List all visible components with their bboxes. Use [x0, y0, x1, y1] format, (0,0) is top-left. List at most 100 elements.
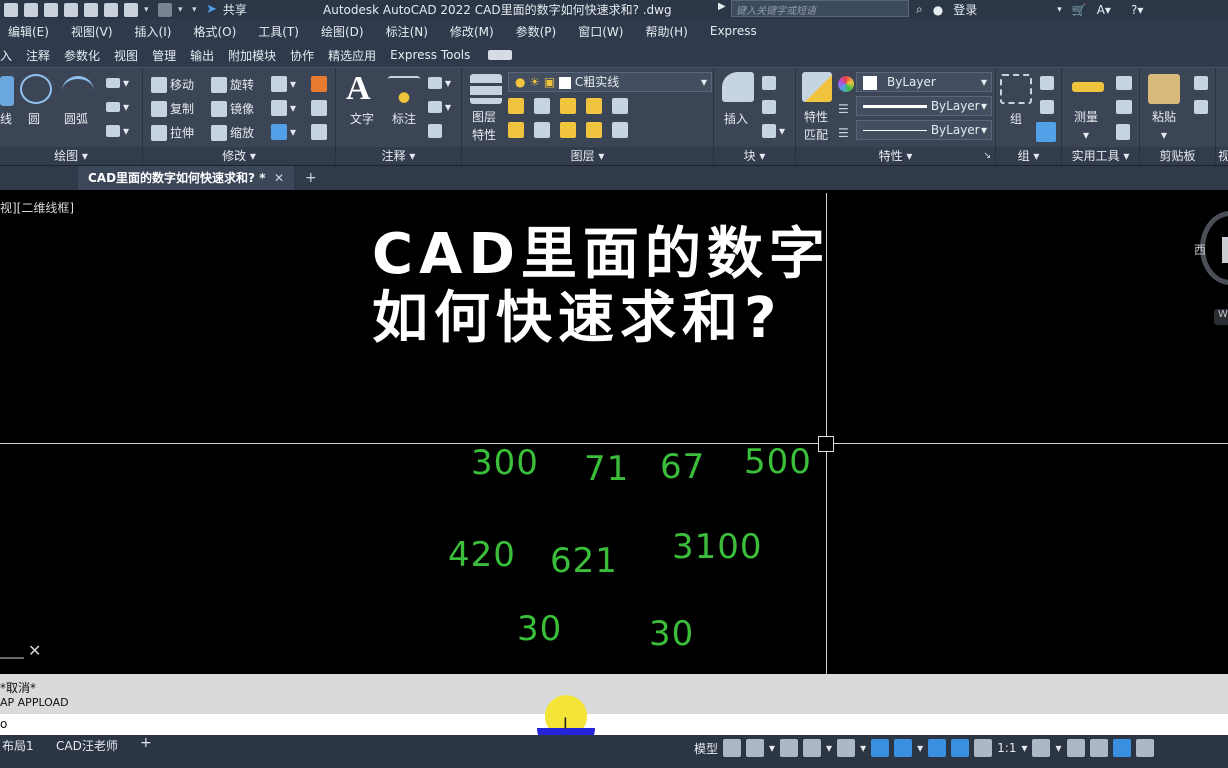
layer-unlock-icon[interactable]	[586, 122, 602, 138]
panel-modify-title[interactable]: 修改 ▾	[143, 147, 335, 165]
drawing-text-500[interactable]: 500	[744, 442, 812, 482]
ortho-icon[interactable]	[780, 739, 799, 757]
search-input[interactable]: 键入关键字或短语	[731, 0, 909, 17]
group-select-button[interactable]	[1036, 122, 1056, 142]
menu-view[interactable]: 视图(V)	[71, 23, 113, 40]
tab-output[interactable]: 输出	[190, 47, 214, 64]
circle-button[interactable]: 圆	[28, 110, 40, 127]
login-button[interactable]: 登录	[953, 1, 977, 18]
edit-block-button[interactable]	[762, 100, 776, 114]
arc-button[interactable]: 圆弧	[64, 110, 88, 127]
dimension-icon[interactable]	[388, 76, 420, 106]
search-icon[interactable]: ⌕	[916, 2, 923, 17]
line-icon[interactable]	[0, 76, 14, 106]
tab-view[interactable]: 视图	[114, 47, 138, 64]
match-properties-icon[interactable]	[802, 72, 832, 102]
menu-help[interactable]: 帮助(H)	[645, 23, 687, 40]
tab-collaborate[interactable]: 协作	[290, 47, 314, 64]
annotation-scale[interactable]: 1:1	[997, 741, 1016, 755]
lineweight-dropdown[interactable]: ByLayer ▾	[856, 96, 992, 116]
panel-annotation-title[interactable]: 注释 ▾	[336, 147, 461, 165]
object-snap-icon[interactable]	[894, 739, 913, 757]
layer-isolate-icon[interactable]	[534, 98, 550, 114]
workspace-dropdown-icon[interactable]: ▾	[1055, 741, 1061, 755]
tab-annotate[interactable]: 注释	[26, 47, 50, 64]
layer-dropdown[interactable]: ● ☀ ▣ C粗实线 ▾	[508, 72, 712, 92]
copy-button[interactable]: 复制	[151, 100, 194, 117]
open-icon[interactable]	[4, 2, 18, 17]
panel-draw-title[interactable]: 绘图 ▾	[0, 147, 142, 165]
dimension-button[interactable]: 标注	[392, 110, 416, 127]
rectangle-tool[interactable]: ▾	[106, 76, 129, 90]
tab-parametric[interactable]: 参数化	[64, 47, 100, 64]
command-input[interactable]: o	[0, 714, 1228, 735]
hardware-acceleration-icon[interactable]	[1112, 739, 1131, 757]
viewcube-west-label[interactable]: 西	[1194, 241, 1206, 258]
snap-icon[interactable]	[746, 739, 765, 757]
rotate-button[interactable]: 旋转	[211, 76, 254, 93]
save-icon[interactable]	[24, 2, 38, 17]
menu-draw[interactable]: 绘图(D)	[321, 23, 364, 40]
tab-insert[interactable]: 入	[0, 47, 12, 64]
annotation-scale-dropdown-icon[interactable]: ▾	[1021, 741, 1027, 755]
panel-utilities-title[interactable]: 实用工具 ▾	[1062, 147, 1139, 165]
quick-select-button[interactable]	[1116, 76, 1132, 90]
add-icon[interactable]	[1066, 739, 1085, 757]
save-as-icon[interactable]	[44, 2, 58, 17]
measure-button[interactable]: 测量 ▾	[1074, 110, 1098, 143]
paste-button[interactable]: 粘贴 ▾	[1152, 110, 1176, 143]
add-layout-button[interactable]: +	[140, 735, 152, 751]
layer-unisolate-icon[interactable]	[534, 122, 550, 138]
search-arrow-icon[interactable]: ▶	[718, 1, 726, 12]
tab-manage[interactable]: 管理	[152, 47, 176, 64]
color-wheel-icon[interactable]	[838, 76, 854, 92]
layer-properties-icon[interactable]	[470, 74, 502, 104]
text-icon[interactable]: A	[346, 70, 371, 108]
insert-button[interactable]: 插入	[724, 110, 748, 127]
share-button[interactable]: 共享	[223, 1, 247, 18]
line-button[interactable]: 线	[0, 110, 12, 127]
workspace-gear-icon[interactable]	[1032, 739, 1051, 757]
drawing-text-420[interactable]: 420	[448, 535, 516, 575]
drawing-text-30-left[interactable]: 30	[517, 609, 562, 649]
lineweight-icon[interactable]: ☰	[838, 102, 849, 116]
move-button[interactable]: 移动	[151, 76, 194, 93]
boundary-tool[interactable]: ▾	[106, 124, 129, 138]
linear-dim-button[interactable]: ▾	[428, 76, 451, 90]
insert-block-icon[interactable]	[722, 72, 754, 102]
menu-edit[interactable]: 编辑(E)	[8, 23, 49, 40]
layer-lock-tool-icon[interactable]	[586, 98, 602, 114]
wcs-menu[interactable]: W	[1214, 309, 1228, 325]
menu-format[interactable]: 格式(O)	[193, 23, 236, 40]
autodesk-icon[interactable]: A▾	[1097, 3, 1111, 17]
lineweight-toggle-icon[interactable]	[928, 739, 947, 757]
match-properties-button[interactable]: 特性 匹配	[804, 110, 828, 143]
stretch-button[interactable]: 拉伸	[151, 124, 194, 141]
array-button[interactable]: ▾	[271, 124, 296, 140]
erase-button[interactable]	[311, 76, 327, 92]
explode-button[interactable]	[311, 100, 327, 116]
polar-dropdown-icon[interactable]: ▾	[826, 741, 832, 755]
layer-match-icon[interactable]	[612, 122, 628, 138]
drawing-text-30-right[interactable]: 30	[649, 614, 694, 654]
object-snap-tracking-icon[interactable]	[871, 739, 890, 757]
layer-make-current-icon[interactable]	[612, 98, 628, 114]
create-block-button[interactable]	[762, 76, 776, 90]
model-space-button[interactable]: 模型	[694, 740, 718, 757]
auto-scale-icon[interactable]	[974, 739, 993, 757]
annotation-visibility-icon[interactable]	[951, 739, 970, 757]
scale-button[interactable]: 缩放	[211, 124, 254, 141]
menu-tools[interactable]: 工具(T)	[258, 23, 299, 40]
table-button[interactable]	[428, 124, 442, 138]
properties-launcher-icon[interactable]: ↘	[983, 147, 991, 165]
drawing-area[interactable]: 视][二维线框] CAD里面的数字 如何快速求和? 300 71 67 500 …	[0, 193, 1228, 674]
group-button[interactable]: 组	[1010, 110, 1022, 127]
menu-dimension[interactable]: 标注(N)	[386, 23, 428, 40]
polar-icon[interactable]	[803, 739, 822, 757]
cart-icon[interactable]: 🛒	[1072, 3, 1087, 17]
ungroup-button[interactable]	[1040, 76, 1054, 90]
drawing-text-3100[interactable]: 3100	[672, 527, 763, 567]
document-tab-close-icon[interactable]: ✕	[274, 166, 284, 190]
panel-properties-title[interactable]: 特性 ▾ ↘	[796, 147, 995, 165]
ribbon-minimize-button[interactable]	[488, 50, 513, 60]
